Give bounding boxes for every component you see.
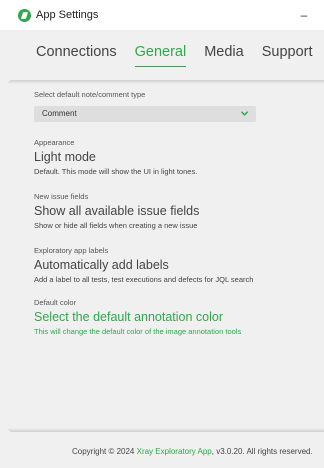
top-divider [8,80,324,84]
title-bar: App Settings – [0,0,324,30]
settings-tabs: Connections General Media Support [36,42,313,72]
tab-media[interactable]: Media [204,42,244,64]
tab-support[interactable]: Support [262,42,313,64]
issue-fields-value[interactable]: Show all available issue fields [34,204,324,219]
issue-fields-description: Show or hide all fields when creating a … [34,221,198,230]
labels-description: Add a label to all tests, test execution… [34,275,254,284]
footer-version: , v3.0.20. All rights reserved. [211,447,313,456]
appearance-section: Appearance Light mode Default. This mode… [34,138,324,177]
color-section: Default color Select the default annotat… [34,298,324,337]
appearance-description: Default. This mode will show the UI in l… [34,167,198,176]
color-label: Default color [34,298,77,307]
chevron-down-icon [241,111,248,116]
note-type-select[interactable]: Comment [34,106,256,122]
labels-section: Exploratory app labels Automatically add… [34,246,324,285]
footer: Copyright © 2024 Xray Exploratory App, v… [72,447,313,456]
issue-fields-section: New issue fields Show all available issu… [34,192,324,231]
footer-app-link[interactable]: Xray Exploratory App [137,447,212,456]
bottom-divider [8,428,324,432]
labels-label: Exploratory app labels [34,246,109,255]
appearance-label: Appearance [34,138,75,147]
appearance-value[interactable]: Light mode [34,150,324,165]
window-title: App Settings [36,9,99,21]
app-logo-icon [18,9,31,22]
color-description: This will change the default color of th… [34,327,242,336]
minimize-button[interactable]: – [294,6,314,24]
color-value[interactable]: Select the default annotation color [34,310,324,325]
note-type-selected-value: Comment [42,109,77,118]
labels-value[interactable]: Automatically add labels [34,258,324,273]
tab-general[interactable]: General [134,42,187,67]
tab-connections[interactable]: Connections [36,42,117,64]
note-type-label: Select default note/comment type [34,90,146,99]
note-type-section: Select default note/comment type Comment [34,90,324,122]
issue-fields-label: New issue fields [34,192,89,201]
footer-copyright: Copyright © 2024 [72,447,137,456]
